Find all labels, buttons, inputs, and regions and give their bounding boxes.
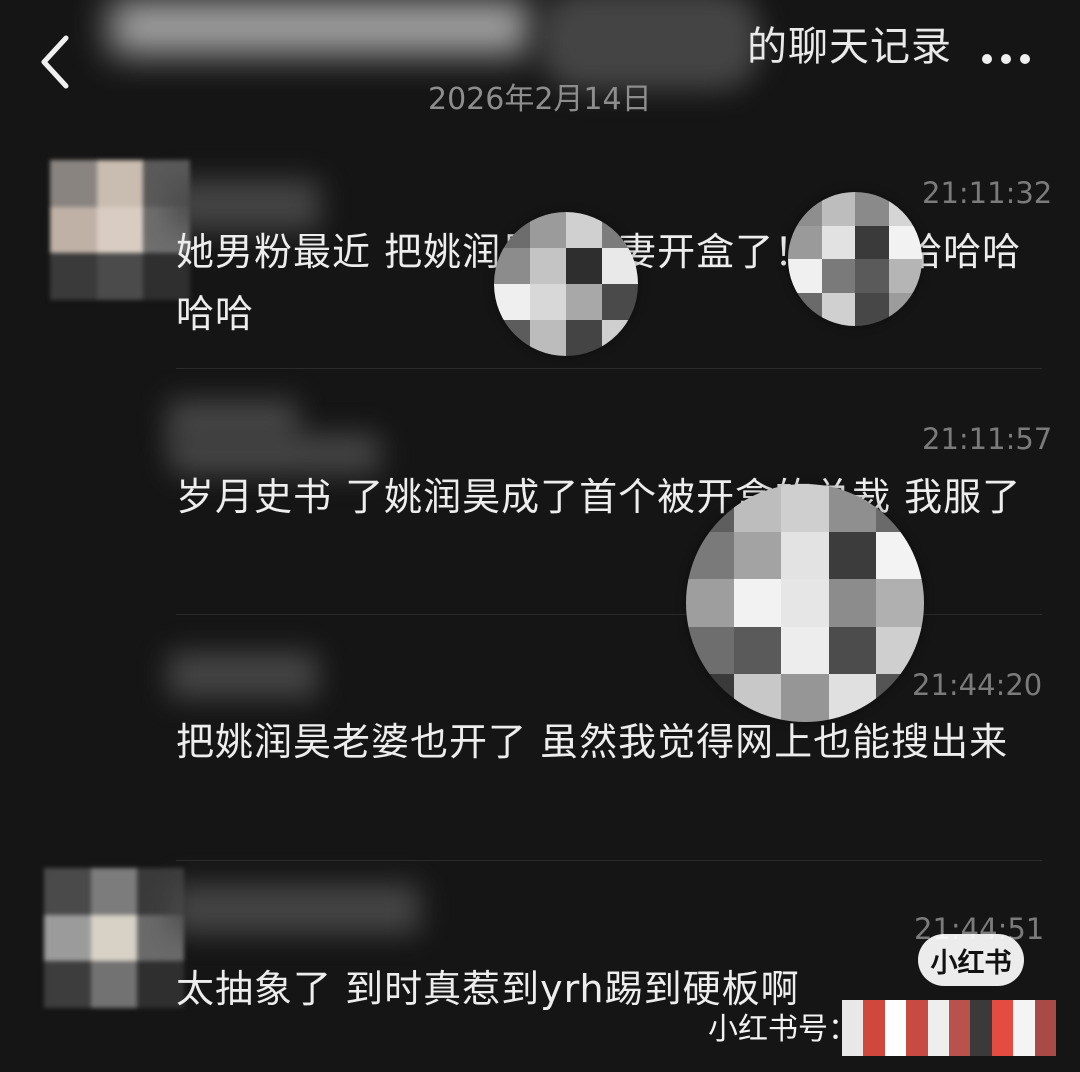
divider bbox=[176, 860, 1042, 861]
sender-name-redaction bbox=[168, 652, 318, 698]
message-text[interactable]: 岁月史书 了姚润昊成了首个被开盒的总裁 我服了 bbox=[176, 466, 1036, 528]
xiaohongshu-logo: 小红书 bbox=[918, 934, 1024, 986]
page-title: 的聊天记录 bbox=[747, 24, 952, 70]
watermark-id-redaction bbox=[842, 1000, 1056, 1056]
avatar[interactable] bbox=[44, 868, 184, 1008]
message-time: 21:11:57 bbox=[922, 422, 1053, 456]
mosaic-redaction bbox=[686, 484, 924, 722]
message-text[interactable]: 把姚润昊老婆也开了 虽然我觉得网上也能搜出来 bbox=[176, 711, 1036, 773]
mosaic-redaction bbox=[788, 192, 922, 326]
back-chevron-icon[interactable] bbox=[36, 34, 76, 90]
header-name-redaction bbox=[110, 0, 530, 54]
sender-name-redaction bbox=[170, 884, 420, 934]
message-time: 21:44:20 bbox=[912, 668, 1043, 702]
mosaic-redaction bbox=[494, 212, 638, 356]
header-date: 2026年2月14日 bbox=[428, 82, 652, 117]
more-dots-icon[interactable] bbox=[982, 44, 1034, 74]
avatar[interactable] bbox=[50, 160, 190, 300]
divider bbox=[176, 368, 1042, 369]
message-time: 21:11:32 bbox=[922, 176, 1053, 210]
